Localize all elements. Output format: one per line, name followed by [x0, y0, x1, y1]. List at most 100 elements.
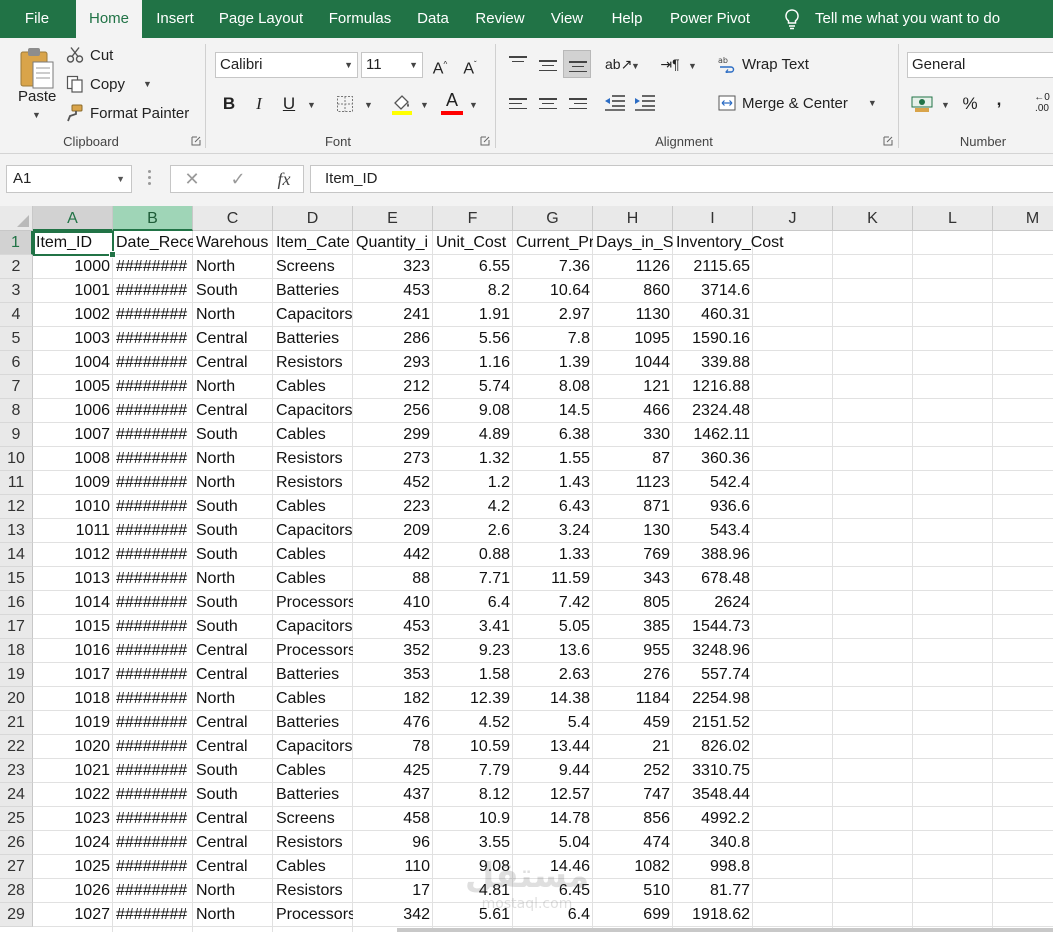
data-cell[interactable]: 3714.6 — [673, 279, 753, 303]
data-cell[interactable]: ######## — [113, 615, 193, 639]
data-cell[interactable]: 769 — [593, 543, 673, 567]
row-header[interactable]: 11 — [0, 471, 33, 495]
data-cell[interactable]: Central — [193, 663, 273, 687]
data-cell[interactable]: 385 — [593, 615, 673, 639]
data-cell[interactable]: Central — [193, 711, 273, 735]
data-cell[interactable]: 542.4 — [673, 471, 753, 495]
data-cell[interactable]: 1004 — [33, 351, 113, 375]
data-cell[interactable]: North — [193, 375, 273, 399]
wrap-text-button[interactable]: ab Wrap Text — [718, 55, 809, 73]
align-left-icon[interactable] — [509, 98, 527, 112]
data-cell[interactable]: 8.12 — [433, 783, 513, 807]
fill-color-dropdown-icon[interactable]: ▼ — [420, 100, 429, 110]
data-cell[interactable]: 1012 — [33, 543, 113, 567]
borders-dropdown-icon[interactable]: ▼ — [364, 100, 373, 110]
font-launcher-icon[interactable] — [480, 136, 490, 146]
bold-button[interactable]: B — [218, 92, 240, 116]
fill-handle[interactable] — [109, 251, 116, 258]
data-cell[interactable]: 871 — [593, 495, 673, 519]
data-cell[interactable]: 1007 — [33, 423, 113, 447]
data-cell[interactable]: Resistors — [273, 351, 353, 375]
data-cell[interactable]: 2115.65 — [673, 255, 753, 279]
name-box[interactable]: A1 ▼ — [6, 165, 132, 193]
merge-center-button[interactable]: Merge & Center ▼ — [718, 94, 877, 112]
data-cell[interactable]: 121 — [593, 375, 673, 399]
data-cell[interactable]: Batteries — [273, 711, 353, 735]
paste-dropdown-icon[interactable]: ▼ — [32, 110, 41, 120]
data-cell[interactable]: ######## — [113, 831, 193, 855]
data-cell[interactable]: North — [193, 471, 273, 495]
data-cell[interactable]: North — [193, 879, 273, 903]
row-header[interactable]: 28 — [0, 879, 33, 903]
header-cell[interactable]: Warehous — [193, 231, 273, 255]
data-cell[interactable]: 342 — [353, 903, 433, 927]
data-cell[interactable]: 12.57 — [513, 783, 593, 807]
data-cell[interactable]: 293 — [353, 351, 433, 375]
data-cell[interactable]: 1.43 — [513, 471, 593, 495]
data-cell[interactable]: 360.36 — [673, 447, 753, 471]
data-cell[interactable]: ######## — [113, 639, 193, 663]
align-middle-icon[interactable] — [539, 60, 557, 74]
data-cell[interactable]: 3548.44 — [673, 783, 753, 807]
data-cell[interactable]: South — [193, 591, 273, 615]
data-cell[interactable]: North — [193, 687, 273, 711]
tab-page-layout[interactable]: Page Layout — [206, 0, 316, 38]
data-cell[interactable]: 453 — [353, 615, 433, 639]
data-cell[interactable]: 6.55 — [433, 255, 513, 279]
data-cell[interactable]: 11.59 — [513, 567, 593, 591]
tab-view[interactable]: View — [538, 0, 596, 38]
tab-review[interactable]: Review — [462, 0, 538, 38]
font-name-combo[interactable]: Calibri ▼ — [215, 52, 358, 78]
data-cell[interactable]: 252 — [593, 759, 673, 783]
data-cell[interactable]: 699 — [593, 903, 673, 927]
data-cell[interactable]: Processors — [273, 591, 353, 615]
increase-indent-icon[interactable] — [634, 94, 656, 112]
fill-color-icon[interactable] — [391, 92, 413, 116]
data-cell[interactable]: 323 — [353, 255, 433, 279]
data-cell[interactable]: 0.88 — [433, 543, 513, 567]
data-cell[interactable]: South — [193, 615, 273, 639]
name-box-dropdown-icon[interactable]: ▼ — [116, 166, 125, 192]
data-cell[interactable]: 557.74 — [673, 663, 753, 687]
row-header[interactable]: 19 — [0, 663, 33, 687]
column-header-m[interactable]: M — [993, 206, 1053, 231]
row-header[interactable]: 16 — [0, 591, 33, 615]
header-cell[interactable]: Quantity_i — [353, 231, 433, 255]
formula-bar-grip-icon[interactable] — [148, 170, 152, 188]
decrease-indent-icon[interactable] — [604, 94, 626, 112]
data-cell[interactable]: 6.38 — [513, 423, 593, 447]
data-cell[interactable]: Screens — [273, 255, 353, 279]
data-cell[interactable]: 343 — [593, 567, 673, 591]
data-cell[interactable]: Cables — [273, 759, 353, 783]
font-name-dropdown-icon[interactable]: ▼ — [344, 53, 353, 77]
column-header-l[interactable]: L — [913, 206, 993, 231]
column-header-g[interactable]: G — [513, 206, 593, 231]
clipboard-launcher-icon[interactable] — [191, 136, 201, 146]
data-cell[interactable]: 476 — [353, 711, 433, 735]
data-cell[interactable]: 1023 — [33, 807, 113, 831]
data-cell[interactable]: 955 — [593, 639, 673, 663]
data-cell[interactable]: 339.88 — [673, 351, 753, 375]
data-cell[interactable]: 678.48 — [673, 567, 753, 591]
row-header[interactable]: 24 — [0, 783, 33, 807]
data-cell[interactable]: 1918.62 — [673, 903, 753, 927]
data-cell[interactable]: 273 — [353, 447, 433, 471]
data-cell[interactable]: 1544.73 — [673, 615, 753, 639]
data-cell[interactable]: 437 — [353, 783, 433, 807]
row-header[interactable]: 15 — [0, 567, 33, 591]
data-cell[interactable]: South — [193, 519, 273, 543]
tab-formulas[interactable]: Formulas — [316, 0, 404, 38]
data-cell[interactable]: ######## — [113, 327, 193, 351]
row-header[interactable]: 23 — [0, 759, 33, 783]
data-cell[interactable]: 340.8 — [673, 831, 753, 855]
data-cell[interactable]: 1005 — [33, 375, 113, 399]
data-cell[interactable]: ######## — [113, 855, 193, 879]
data-cell[interactable]: Resistors — [273, 831, 353, 855]
orientation-icon[interactable]: ab↗ — [605, 52, 632, 76]
data-cell[interactable]: North — [193, 303, 273, 327]
column-header-k[interactable]: K — [833, 206, 913, 231]
underline-dropdown-icon[interactable]: ▼ — [307, 100, 316, 110]
insert-function-button[interactable]: fx — [269, 166, 299, 192]
row-header[interactable]: 13 — [0, 519, 33, 543]
font-color-icon[interactable]: A — [441, 90, 463, 116]
